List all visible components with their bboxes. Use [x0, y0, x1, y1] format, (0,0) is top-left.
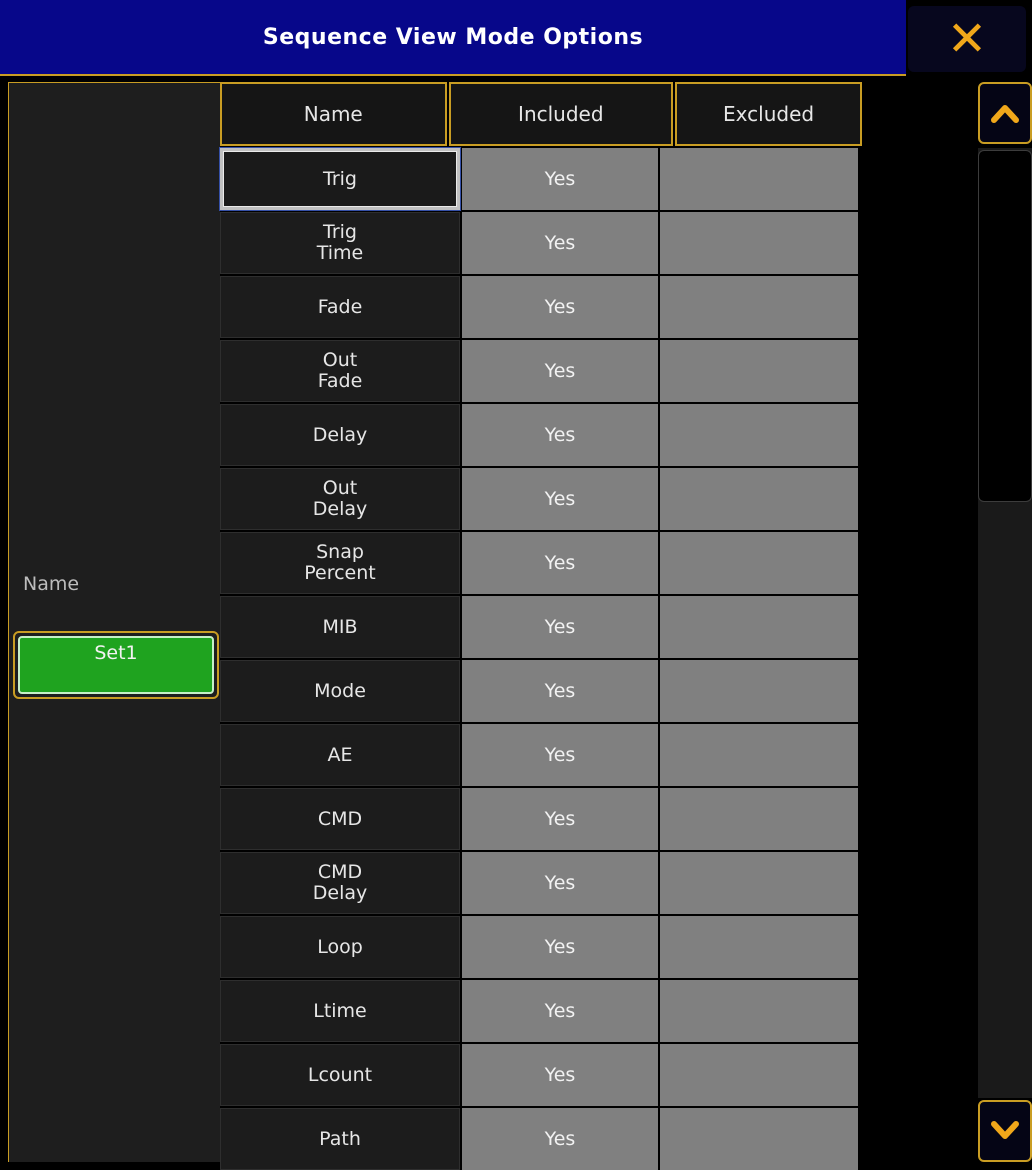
row-name-cell[interactable]: Trig Time — [220, 212, 460, 274]
row-included-cell[interactable]: Yes — [462, 340, 658, 402]
table-body: Trig Yes Trig Time Yes Fade Yes Out Fade Yes Del… — [220, 148, 862, 1170]
scroll-thumb[interactable] — [978, 150, 1032, 502]
row-name-cell[interactable]: CMD Delay — [220, 852, 460, 914]
chevron-up-icon — [991, 105, 1019, 123]
row-excluded-cell[interactable] — [660, 916, 858, 978]
table-row[interactable]: Trig Time Yes — [220, 212, 862, 274]
row-name-cell[interactable]: AE — [220, 724, 460, 786]
set1-button[interactable]: Set1 — [13, 631, 219, 699]
left-panel: Name Set1 — [8, 82, 220, 1162]
table-header: Name Included Excluded — [220, 82, 862, 146]
table-row[interactable]: Trig Yes — [220, 148, 862, 210]
row-name-cell[interactable]: Path — [220, 1108, 460, 1170]
row-name-cell[interactable]: Lcount — [220, 1044, 460, 1106]
row-included-cell[interactable]: Yes — [462, 276, 658, 338]
header-included[interactable]: Included — [448, 82, 674, 146]
row-included-cell[interactable]: Yes — [462, 148, 658, 210]
row-included-cell[interactable]: Yes — [462, 1044, 658, 1106]
table-row[interactable]: Fade Yes — [220, 276, 862, 338]
close-icon: ✕ — [946, 11, 988, 67]
table-row[interactable]: Delay Yes — [220, 404, 862, 466]
row-excluded-cell[interactable] — [660, 340, 858, 402]
table-row[interactable]: Mode Yes — [220, 660, 862, 722]
row-included-cell[interactable]: Yes — [462, 788, 658, 850]
table-row[interactable]: Out Delay Yes — [220, 468, 862, 530]
row-included-cell[interactable]: Yes — [462, 212, 658, 274]
row-name-cell[interactable]: Trig — [220, 148, 460, 210]
close-button[interactable]: ✕ — [908, 6, 1026, 72]
row-name-cell[interactable]: Out Fade — [220, 340, 460, 402]
header-excluded[interactable]: Excluded — [675, 82, 862, 146]
row-excluded-cell[interactable] — [660, 724, 858, 786]
table-row[interactable]: CMD Delay Yes — [220, 852, 862, 914]
row-excluded-cell[interactable] — [660, 468, 858, 530]
table-row[interactable]: Ltime Yes — [220, 980, 862, 1042]
header-name[interactable]: Name — [220, 82, 447, 146]
row-excluded-cell[interactable] — [660, 148, 858, 210]
table-row[interactable]: MIB Yes — [220, 596, 862, 658]
table-row[interactable]: AE Yes — [220, 724, 862, 786]
row-name-cell[interactable]: Delay — [220, 404, 460, 466]
row-excluded-cell[interactable] — [660, 660, 858, 722]
row-included-cell[interactable]: Yes — [462, 980, 658, 1042]
row-name-cell[interactable]: Fade — [220, 276, 460, 338]
row-included-cell[interactable]: Yes — [462, 532, 658, 594]
row-included-cell[interactable]: Yes — [462, 596, 658, 658]
row-name-cell[interactable]: MIB — [220, 596, 460, 658]
chevron-down-icon — [991, 1121, 1019, 1139]
scroll-up-button[interactable] — [978, 82, 1032, 144]
table-row[interactable]: Snap Percent Yes — [220, 532, 862, 594]
table-row[interactable]: Out Fade Yes — [220, 340, 862, 402]
row-excluded-cell[interactable] — [660, 1044, 858, 1106]
window-title-bar: Sequence View Mode Options — [0, 0, 906, 76]
row-excluded-cell[interactable] — [660, 404, 858, 466]
row-included-cell[interactable]: Yes — [462, 724, 658, 786]
options-table: Name Included Excluded Trig Yes Trig Time Y… — [220, 82, 862, 1170]
row-excluded-cell[interactable] — [660, 532, 858, 594]
table-row[interactable]: Loop Yes — [220, 916, 862, 978]
row-excluded-cell[interactable] — [660, 596, 858, 658]
row-excluded-cell[interactable] — [660, 980, 858, 1042]
row-name-cell[interactable]: Ltime — [220, 980, 460, 1042]
row-excluded-cell[interactable] — [660, 852, 858, 914]
row-excluded-cell[interactable] — [660, 212, 858, 274]
set1-button-label: Set1 — [18, 636, 214, 694]
table-row[interactable]: Path Yes — [220, 1108, 862, 1170]
row-included-cell[interactable]: Yes — [462, 468, 658, 530]
name-label: Name — [23, 573, 80, 595]
row-name-cell[interactable]: Snap Percent — [220, 532, 460, 594]
row-name-cell[interactable]: Out Delay — [220, 468, 460, 530]
row-included-cell[interactable]: Yes — [462, 660, 658, 722]
row-included-cell[interactable]: Yes — [462, 404, 658, 466]
row-name-cell[interactable]: CMD — [220, 788, 460, 850]
row-excluded-cell[interactable] — [660, 1108, 858, 1170]
table-row[interactable]: CMD Yes — [220, 788, 862, 850]
row-name-cell[interactable]: Loop — [220, 916, 460, 978]
row-excluded-cell[interactable] — [660, 276, 858, 338]
row-included-cell[interactable]: Yes — [462, 1108, 658, 1170]
row-excluded-cell[interactable] — [660, 788, 858, 850]
scrollbar[interactable] — [978, 82, 1032, 1162]
row-included-cell[interactable]: Yes — [462, 852, 658, 914]
window-title: Sequence View Mode Options — [262, 24, 644, 50]
table-row[interactable]: Lcount Yes — [220, 1044, 862, 1106]
scroll-down-button[interactable] — [978, 1100, 1032, 1162]
row-name-cell[interactable]: Mode — [220, 660, 460, 722]
main-area: Name Set1 Name Included Excluded Trig Yes… — [0, 78, 1032, 1170]
row-included-cell[interactable]: Yes — [462, 916, 658, 978]
